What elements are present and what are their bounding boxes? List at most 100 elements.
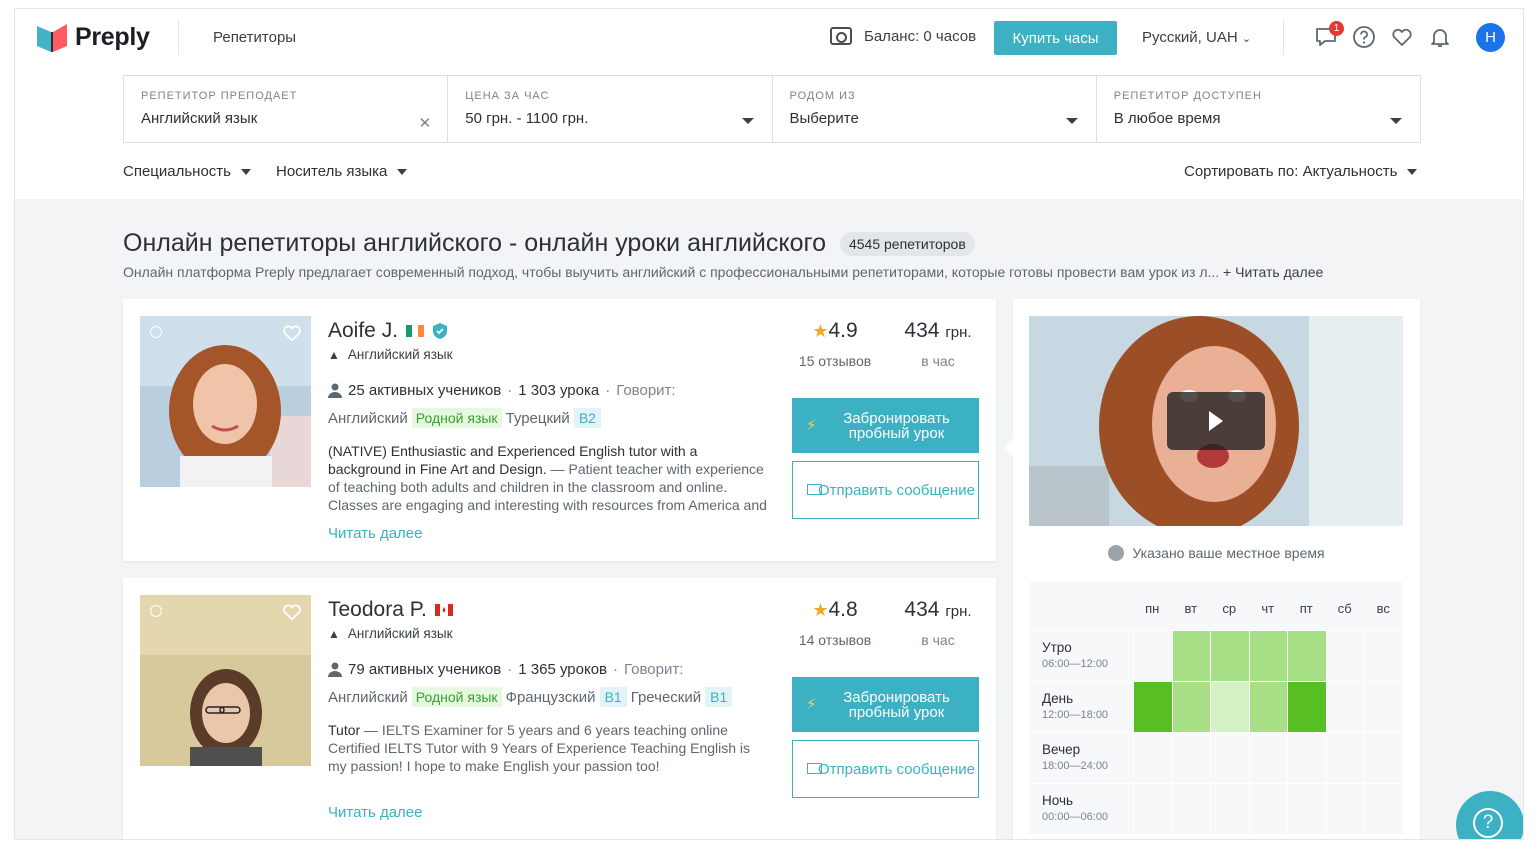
envelope-icon bbox=[807, 763, 822, 774]
period-time: 12:00—18:00 bbox=[1042, 709, 1109, 721]
native-speaker-label: Носитель языка bbox=[276, 163, 388, 180]
language-name: Французский bbox=[505, 688, 596, 706]
specialty-dropdown[interactable]: Специальность bbox=[123, 163, 251, 180]
reviews-count[interactable]: 15 отзывов bbox=[795, 353, 875, 369]
day-label: пн bbox=[1145, 601, 1160, 616]
language-level: B1 bbox=[599, 687, 627, 707]
lightning-icon: ⚡ bbox=[806, 696, 817, 713]
send-message-label: Отправить сообщение bbox=[817, 481, 975, 499]
page-heading: Онлайн репетиторы английского - онлайн у… bbox=[123, 229, 975, 258]
tutor-name[interactable]: Aoife J. bbox=[328, 319, 398, 343]
panel-pointer bbox=[1004, 437, 1014, 457]
wallet-icon bbox=[830, 27, 852, 45]
lightning-icon: ⚡ bbox=[806, 417, 817, 434]
tutor-name-row: Aoife J. bbox=[328, 319, 448, 343]
active-students: 25 активных учеников bbox=[348, 382, 502, 399]
availability-cell bbox=[1210, 631, 1249, 681]
select-radio[interactable] bbox=[150, 605, 162, 617]
speaks-label: Говорит: bbox=[624, 661, 684, 678]
tutor-photo[interactable] bbox=[140, 595, 311, 766]
price-value: 434 bbox=[904, 319, 940, 342]
filter-label: РЕПЕТИТОР ПРЕПОДАЕТ bbox=[141, 90, 298, 102]
tutor-languages: Английский Родной язык Французский B1 Гр… bbox=[328, 687, 733, 707]
availability-cell bbox=[1133, 784, 1172, 834]
description-read-more-link[interactable]: + Читать далее bbox=[1223, 264, 1323, 280]
tutor-card[interactable]: Teodora P. ▲ Английский язык 79 активных… bbox=[123, 578, 996, 839]
help-icon[interactable] bbox=[1352, 25, 1376, 49]
envelope-icon bbox=[807, 484, 822, 495]
header-divider bbox=[1283, 19, 1284, 55]
filter-availability[interactable]: РЕПЕТИТОР ДОСТУПЕН В любое время bbox=[1097, 76, 1420, 142]
bio-text: — IELTS Examiner for 5 years and 6 years… bbox=[328, 722, 751, 774]
availability-cell bbox=[1171, 682, 1210, 732]
send-message-button[interactable]: Отправить сообщение bbox=[792, 461, 979, 519]
user-avatar[interactable]: H bbox=[1476, 23, 1505, 52]
filter-value: 50 грн. - 1100 грн. bbox=[465, 110, 589, 127]
page-description: Онлайн платформа Preply предлагает совре… bbox=[123, 264, 1323, 280]
availability-cell bbox=[1133, 733, 1172, 783]
favorite-heart-icon[interactable] bbox=[281, 322, 303, 344]
day-label: вс bbox=[1376, 601, 1390, 616]
read-more-link[interactable]: Читать далее bbox=[328, 525, 422, 542]
bell-icon[interactable] bbox=[1428, 25, 1452, 49]
speaks-label: Говорит: bbox=[616, 382, 676, 399]
help-chat-button[interactable]: ? bbox=[1456, 791, 1523, 839]
preply-logo[interactable]: Preply bbox=[37, 23, 150, 52]
tutor-photo[interactable] bbox=[140, 316, 311, 487]
preply-logo-icon bbox=[37, 23, 67, 52]
tutor-name-row: Teodora P. bbox=[328, 598, 453, 622]
day-label: вт bbox=[1184, 601, 1198, 616]
play-icon[interactable] bbox=[1167, 392, 1265, 450]
availability-cell bbox=[1364, 784, 1403, 834]
tutor-name[interactable]: Teodora P. bbox=[328, 598, 427, 622]
select-radio[interactable] bbox=[150, 326, 162, 338]
filter-value: Выберите bbox=[789, 110, 859, 127]
balance-info[interactable]: Баланс: 0 часов bbox=[830, 27, 976, 45]
read-more-link[interactable]: Читать далее bbox=[328, 804, 422, 821]
person-icon bbox=[328, 383, 342, 398]
subject-label: Английский язык bbox=[347, 626, 453, 641]
book-trial-button[interactable]: ⚡ Забронировать пробный урок bbox=[792, 398, 979, 453]
local-time-note: Указано ваше местное время bbox=[1013, 545, 1420, 561]
book-trial-button[interactable]: ⚡ Забронировать пробный урок bbox=[792, 677, 979, 732]
time-of-day-label: День 12:00—18:00 bbox=[1029, 682, 1133, 732]
filter-country[interactable]: РОДОМ ИЗ Выберите bbox=[773, 76, 1097, 142]
help-icon: ? bbox=[1473, 808, 1503, 838]
person-icon bbox=[328, 662, 342, 677]
clear-icon[interactable]: ✕ bbox=[419, 114, 432, 132]
nav-tutors-link[interactable]: Репетиторы bbox=[213, 29, 296, 46]
availability-cell bbox=[1325, 631, 1364, 681]
send-message-label: Отправить сообщение bbox=[817, 760, 975, 778]
tutor-card[interactable]: Aoife J. ▲ Английский язык 25 активных у… bbox=[123, 299, 996, 561]
filter-subject[interactable]: РЕПЕТИТОР ПРЕПОДАЕТ Английский язык ✕ bbox=[124, 76, 449, 142]
price-period: в час bbox=[921, 353, 955, 369]
availability-cell bbox=[1133, 631, 1172, 681]
star-icon: ★ bbox=[812, 321, 829, 341]
period-name: Ночь bbox=[1042, 793, 1074, 808]
reviews-count[interactable]: 14 отзывов bbox=[795, 632, 875, 648]
send-message-button[interactable]: Отправить сообщение bbox=[792, 740, 979, 798]
sort-dropdown[interactable]: Сортировать по: Актуальность bbox=[1184, 163, 1418, 180]
schedule-header: пн вт ср чт пт сб вс bbox=[1029, 582, 1403, 630]
heart-icon[interactable] bbox=[1390, 25, 1414, 49]
language-level: B1 bbox=[705, 687, 733, 707]
tutor-price: 434 грн. в час bbox=[898, 598, 978, 648]
availability-cell bbox=[1171, 733, 1210, 783]
favorite-heart-icon[interactable] bbox=[281, 601, 303, 623]
filter-price[interactable]: ЦЕНА ЗА ЧАС 50 грн. - 1100 грн. bbox=[448, 76, 773, 142]
buy-hours-button[interactable]: Купить часы bbox=[994, 21, 1117, 55]
balance-text: Баланс: 0 часов bbox=[864, 27, 977, 45]
day-label: пт bbox=[1299, 601, 1313, 616]
native-speaker-dropdown[interactable]: Носитель языка bbox=[276, 163, 408, 180]
price-currency: грн. bbox=[945, 324, 972, 341]
availability-cell bbox=[1287, 682, 1326, 732]
verified-shield-icon bbox=[433, 323, 448, 339]
specialty-label: Специальность bbox=[123, 163, 231, 180]
availability-cell bbox=[1210, 682, 1249, 732]
intro-video[interactable] bbox=[1029, 316, 1403, 526]
availability-schedule: пн вт ср чт пт сб вс Утро 06:00—12:00 День… bbox=[1029, 582, 1403, 834]
language-currency-selector[interactable]: Русский, UAH ⌄ bbox=[1142, 29, 1251, 46]
availability-cell bbox=[1364, 682, 1403, 732]
ireland-flag-icon bbox=[406, 325, 425, 337]
language-level: B2 bbox=[573, 408, 601, 428]
